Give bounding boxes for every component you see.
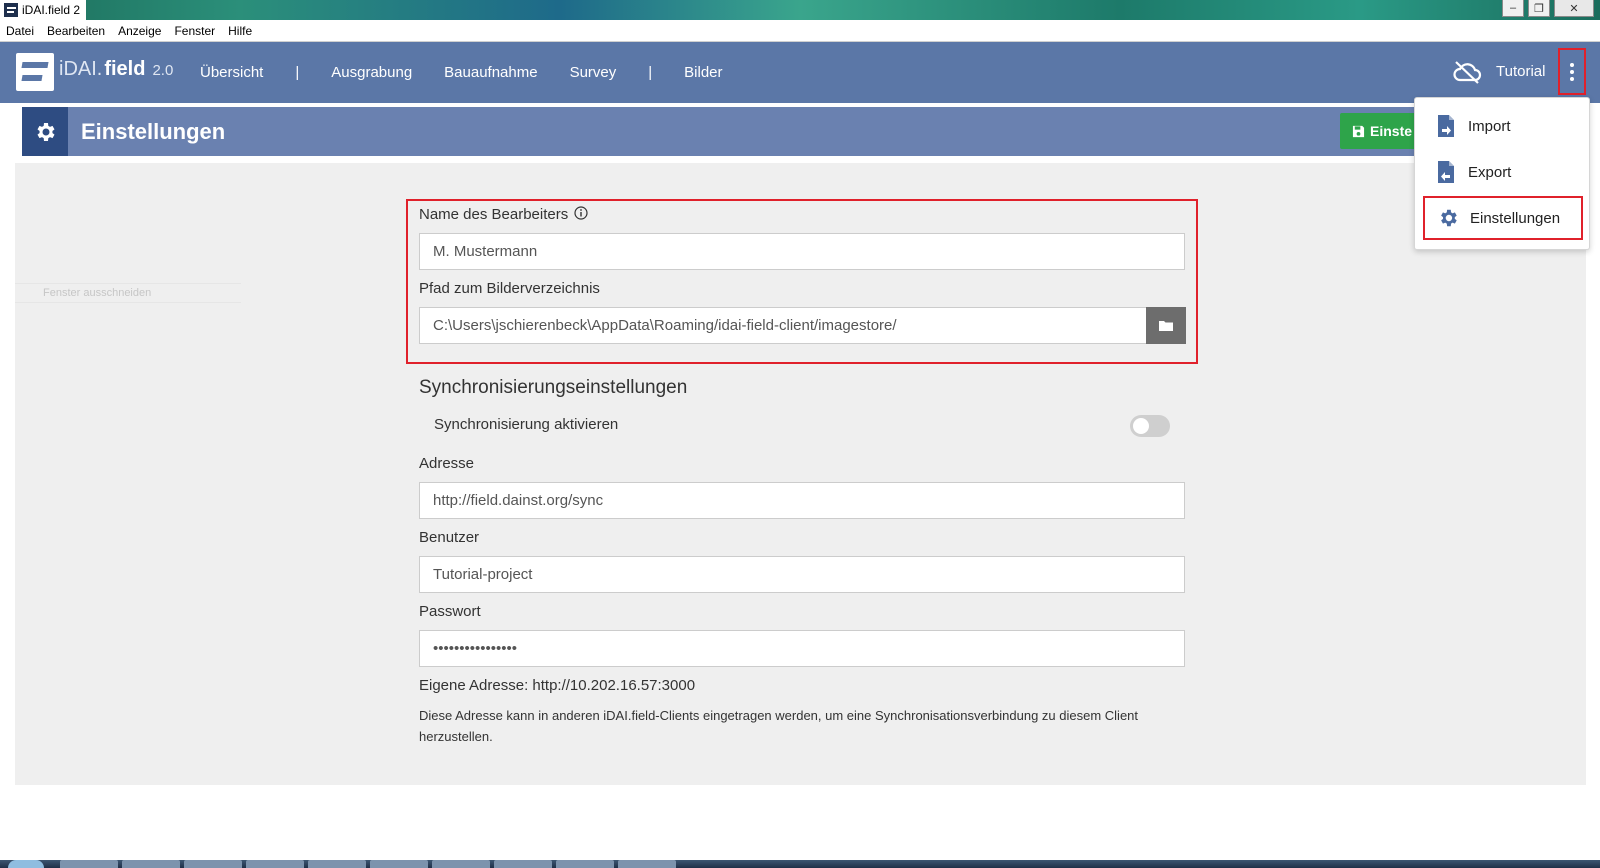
user-input[interactable]: Tutorial-project bbox=[419, 556, 1185, 593]
idai-logo-icon[interactable] bbox=[16, 53, 54, 91]
info-icon[interactable] bbox=[574, 206, 589, 220]
nav-bilder[interactable]: Bilder bbox=[684, 64, 722, 81]
minimize-button[interactable]: – bbox=[1502, 0, 1524, 17]
nav-links: Übersicht | Ausgrabung Bauaufnahme Surve… bbox=[200, 42, 755, 103]
dropdown-item-label: Import bbox=[1468, 117, 1511, 135]
nav-ausgrabung[interactable]: Ausgrabung bbox=[331, 64, 412, 81]
taskbar-button[interactable] bbox=[494, 860, 552, 868]
address-input[interactable]: http://field.dainst.org/sync bbox=[419, 482, 1185, 519]
app-navbar: iDAI. field 2.0 Übersicht | Ausgrabung B… bbox=[0, 42, 1600, 103]
password-input[interactable]: •••••••••••••••• bbox=[419, 630, 1185, 667]
menu-fenster[interactable]: Fenster bbox=[174, 24, 215, 38]
password-label: Passwort bbox=[419, 603, 481, 620]
username-input[interactable]: M. Mustermann bbox=[419, 233, 1185, 270]
choose-folder-button[interactable] bbox=[1146, 307, 1186, 344]
taskbar-button[interactable] bbox=[556, 860, 614, 868]
window-title: iDAI.field 2 bbox=[22, 3, 81, 17]
taskbar-button[interactable] bbox=[308, 860, 366, 868]
dropdown-item-import[interactable]: Import bbox=[1423, 104, 1583, 148]
os-taskbar bbox=[0, 860, 1600, 868]
restore-button[interactable]: ❐ bbox=[1528, 0, 1550, 17]
sync-toggle[interactable] bbox=[1130, 415, 1170, 437]
more-vertical-icon[interactable] bbox=[1558, 48, 1586, 95]
ghost-label: Fenster ausschneiden bbox=[15, 283, 241, 303]
taskbar-button[interactable] bbox=[432, 860, 490, 868]
window-title-box: iDAI.field 2 bbox=[0, 0, 87, 20]
app-icon bbox=[4, 3, 18, 17]
nav-bauaufnahme[interactable]: Bauaufnahme bbox=[444, 64, 537, 81]
taskbar-button[interactable] bbox=[122, 860, 180, 868]
menubar: Datei Bearbeiten Anzeige Fenster Hilfe bbox=[0, 20, 1600, 42]
taskbar-button[interactable] bbox=[184, 860, 242, 868]
address-label: Adresse bbox=[419, 455, 475, 472]
gear-icon bbox=[1436, 206, 1460, 230]
close-button[interactable]: ✕ bbox=[1554, 0, 1594, 17]
nav-separator: | bbox=[295, 64, 300, 81]
kebab-dot bbox=[1570, 76, 1574, 81]
own-address-help: Diese Adresse kann in anderen iDAI.field… bbox=[419, 708, 1139, 744]
brand-name: field bbox=[104, 58, 146, 80]
nav-uebersicht[interactable]: Übersicht bbox=[200, 64, 263, 81]
sync-section-title: Synchronisierungseinstellungen bbox=[419, 377, 688, 398]
page-title: Einstellungen bbox=[81, 119, 226, 144]
page-header: Einstellungen Einste bbox=[22, 107, 1586, 156]
navbar-dropdown-menu: Import Export Einstellungen bbox=[1414, 97, 1590, 250]
file-export-icon bbox=[1434, 160, 1458, 184]
brand-prefix: iDAI. bbox=[59, 58, 103, 80]
menu-anzeige[interactable]: Anzeige bbox=[118, 24, 161, 38]
gear-icon bbox=[37, 122, 55, 141]
dropdown-item-label: Export bbox=[1468, 163, 1512, 181]
cloud-off-icon[interactable] bbox=[1452, 58, 1482, 86]
username-label: Name des Bearbeiters bbox=[419, 206, 569, 223]
nav-separator: | bbox=[648, 64, 653, 81]
sync-toggle-label: Synchronisierung aktivieren bbox=[434, 416, 619, 433]
user-label: Benutzer bbox=[419, 529, 480, 546]
nav-survey[interactable]: Survey bbox=[570, 64, 617, 81]
floppy-disk-icon bbox=[1352, 125, 1365, 137]
dropdown-item-einstellungen[interactable]: Einstellungen bbox=[1423, 196, 1583, 240]
folder-icon bbox=[1159, 321, 1173, 331]
own-address: Eigene Adresse: http://10.202.16.57:3000 bbox=[419, 677, 696, 694]
project-name[interactable]: Tutorial bbox=[1496, 63, 1545, 80]
menu-bearbeiten[interactable]: Bearbeiten bbox=[47, 24, 105, 38]
start-button[interactable] bbox=[8, 860, 44, 868]
menu-hilfe[interactable]: Hilfe bbox=[228, 24, 252, 38]
taskbar-button[interactable] bbox=[618, 860, 676, 868]
window-controls: – ❐ ✕ bbox=[1502, 0, 1594, 17]
dropdown-item-label: Einstellungen bbox=[1470, 209, 1561, 227]
imagestore-label: Pfad zum Bilderverzeichnis bbox=[419, 280, 600, 297]
window-titlebar: iDAI.field 2 – ❐ ✕ bbox=[0, 0, 1600, 20]
menu-datei[interactable]: Datei bbox=[6, 24, 34, 38]
brand-version: 2.0 bbox=[152, 62, 174, 79]
kebab-dot bbox=[1570, 62, 1574, 67]
taskbar-button[interactable] bbox=[370, 860, 428, 868]
save-settings-label: Einste bbox=[1370, 123, 1413, 139]
file-import-icon bbox=[1434, 114, 1458, 138]
page-header-icon-box bbox=[22, 107, 68, 156]
kebab-dot bbox=[1570, 69, 1574, 74]
username-label-row: Name des Bearbeiters bbox=[419, 206, 589, 223]
taskbar-button[interactable] bbox=[60, 860, 118, 868]
imagestore-input[interactable]: C:\Users\jschierenbeck\AppData\Roaming/i… bbox=[419, 307, 1147, 344]
taskbar-button[interactable] bbox=[246, 860, 304, 868]
brand: iDAI. field 2.0 bbox=[59, 58, 173, 81]
dropdown-item-export[interactable]: Export bbox=[1423, 150, 1583, 194]
